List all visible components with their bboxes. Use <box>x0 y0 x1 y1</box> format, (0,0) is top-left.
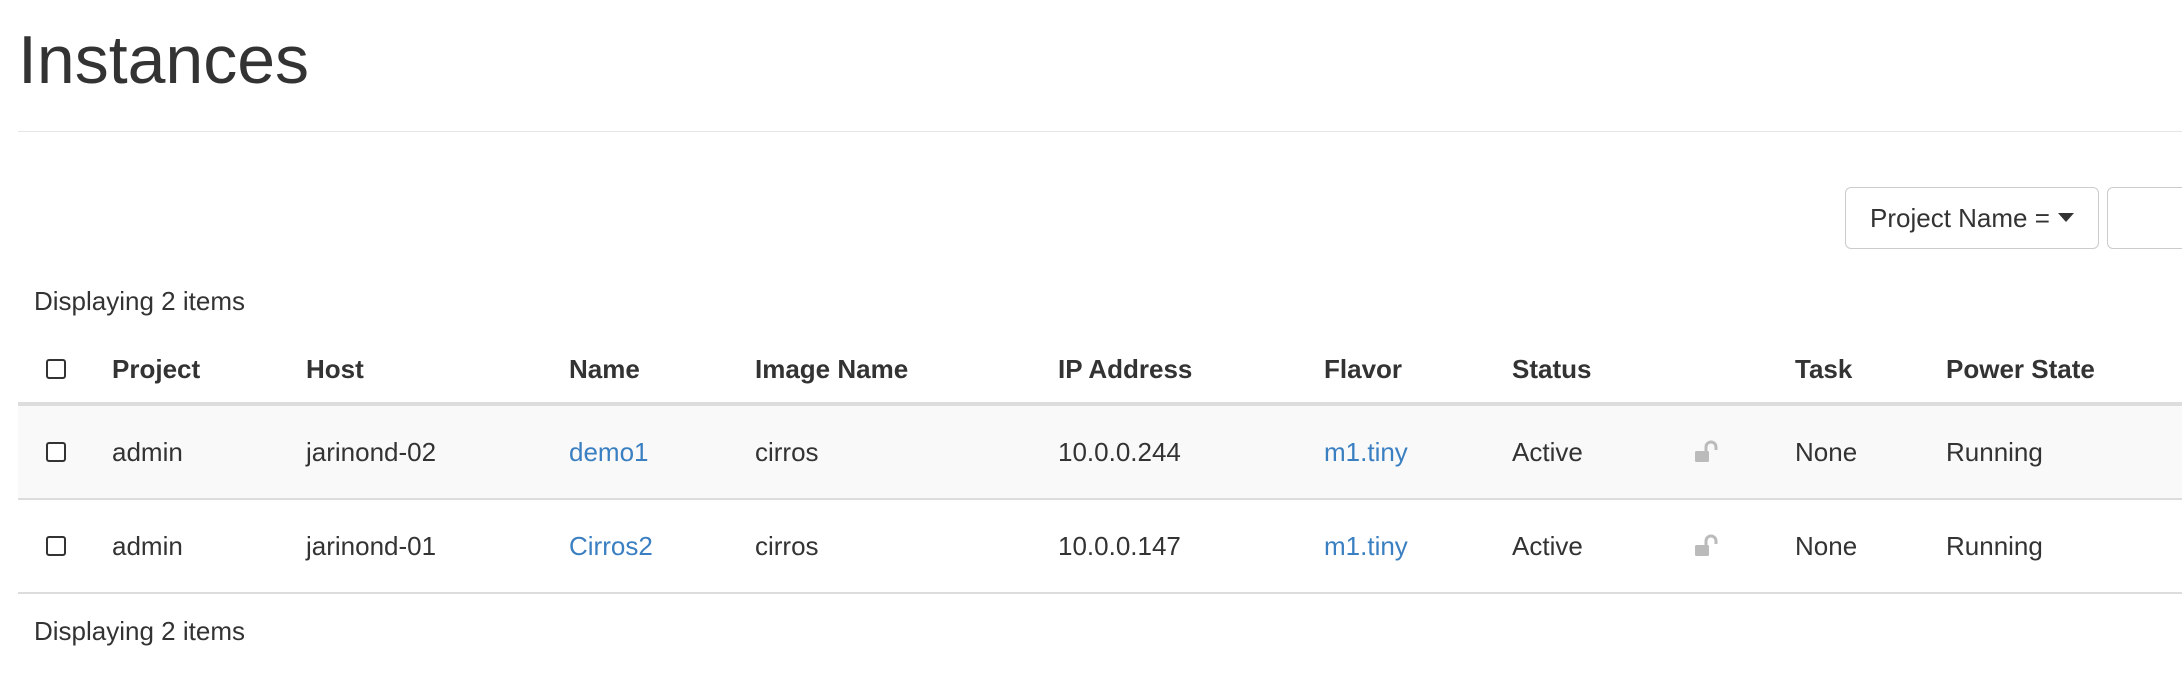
cell-ip-address: 10.0.0.244 <box>1058 436 1181 467</box>
cell-status: Active <box>1512 436 1583 467</box>
filter-field-dropdown[interactable]: Project Name = <box>1845 187 2099 249</box>
cell-lock <box>1693 406 1719 498</box>
header-host[interactable]: Host <box>306 336 364 402</box>
header-name[interactable]: Name <box>569 336 640 402</box>
header-ip-address[interactable]: IP Address <box>1058 336 1192 402</box>
cell-name: Cirros2 <box>569 500 653 592</box>
cell-power-state: Running <box>1946 530 2043 561</box>
row-select-cell <box>46 500 66 592</box>
flavor-link[interactable]: m1.tiny <box>1324 437 1408 468</box>
cell-project: admin <box>112 530 183 561</box>
item-count-bottom: Displaying 2 items <box>34 616 245 646</box>
cell-host: jarinond-01 <box>306 530 437 561</box>
caret-down-icon <box>2057 212 2074 222</box>
table-header-row: Project Host Name Image Name IP Address … <box>18 336 2182 406</box>
instance-name-link[interactable]: demo1 <box>569 437 649 468</box>
unlocked-padlock-icon <box>1695 534 1718 556</box>
cell-status: Active <box>1512 530 1583 561</box>
page-header: Instances <box>18 22 2182 132</box>
cell-name: demo1 <box>569 406 649 498</box>
instances-table: Project Host Name Image Name IP Address … <box>18 336 2182 594</box>
header-task[interactable]: Task <box>1795 336 1852 402</box>
instance-name-link[interactable]: Cirros2 <box>569 531 653 562</box>
header-image-name[interactable]: Image Name <box>755 336 908 402</box>
row-checkbox[interactable] <box>46 442 66 462</box>
row-checkbox[interactable] <box>46 536 66 556</box>
cell-image-name: cirros <box>755 436 819 467</box>
cell-task: None <box>1795 530 1858 561</box>
select-all-checkbox[interactable] <box>46 359 66 379</box>
header-status[interactable]: Status <box>1512 336 1591 402</box>
select-all-cell <box>46 336 66 402</box>
table-row: admin jarinond-02 demo1 cirros 10.0.0.24… <box>18 406 2182 500</box>
cell-lock <box>1693 500 1719 592</box>
item-count-top: Displaying 2 items <box>34 286 245 316</box>
cell-flavor: m1.tiny <box>1324 500 1408 592</box>
cell-ip-address: 10.0.0.147 <box>1058 530 1181 561</box>
cell-task: None <box>1795 436 1858 467</box>
header-flavor[interactable]: Flavor <box>1324 336 1402 402</box>
filter-value-input[interactable] <box>2107 187 2182 249</box>
cell-power-state: Running <box>1946 436 2043 467</box>
page-title: Instances <box>18 22 310 98</box>
cell-host: jarinond-02 <box>306 436 437 467</box>
cell-flavor: m1.tiny <box>1324 406 1408 498</box>
cell-project: admin <box>112 436 183 467</box>
unlocked-padlock-icon <box>1695 440 1718 462</box>
header-power-state[interactable]: Power State <box>1946 336 2095 402</box>
header-project[interactable]: Project <box>112 336 200 402</box>
table-row: admin jarinond-01 Cirros2 cirros 10.0.0.… <box>18 500 2182 594</box>
row-select-cell <box>46 406 66 498</box>
cell-image-name: cirros <box>755 530 819 561</box>
flavor-link[interactable]: m1.tiny <box>1324 531 1408 562</box>
filter-field-label: Project Name = <box>1870 202 2050 233</box>
